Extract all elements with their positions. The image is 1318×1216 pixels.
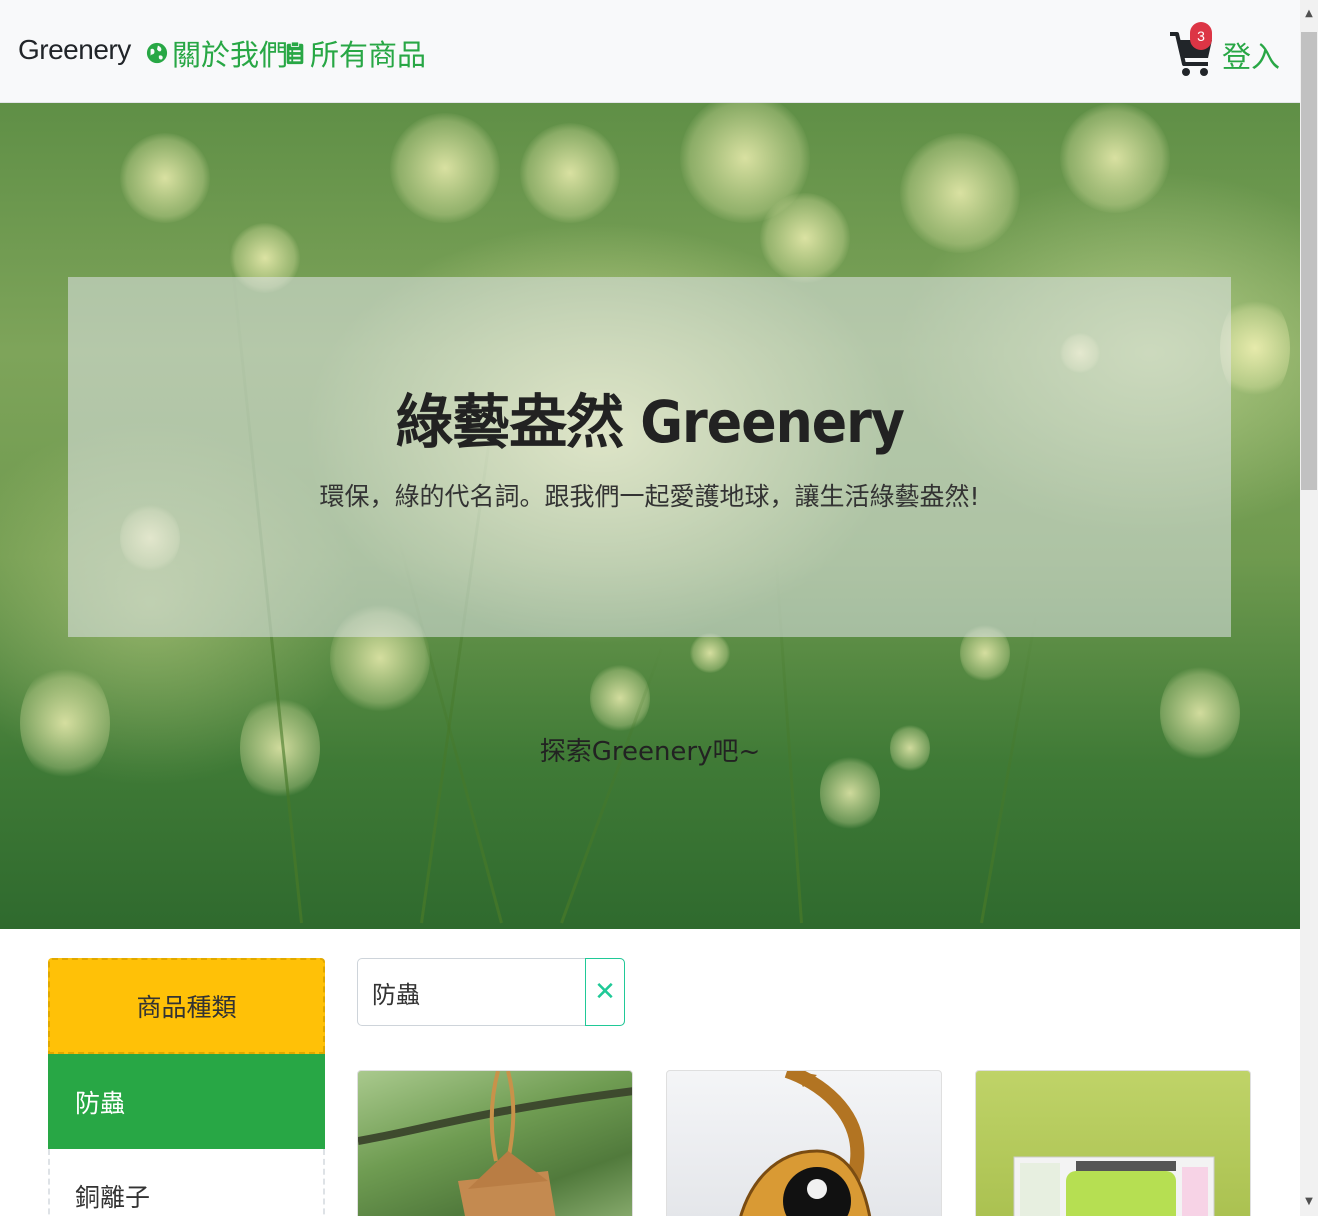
scroll-thumb[interactable]	[1301, 32, 1317, 490]
nav-about-label: 關於我們	[172, 38, 289, 72]
search-box: ✕	[357, 958, 625, 1026]
category-item-pest[interactable]: 防蟲	[48, 1054, 325, 1149]
cart-count-badge: 3	[1190, 22, 1212, 50]
bokeh-decoration	[900, 133, 1020, 253]
explore-link[interactable]: 探索Greenery吧~	[0, 731, 1300, 768]
close-icon: ✕	[594, 977, 616, 1007]
clear-search-button[interactable]: ✕	[585, 958, 625, 1026]
category-sidebar: 商品種類 防蟲 銅離子	[48, 958, 325, 1216]
brand-logo[interactable]: Greenery	[18, 34, 131, 66]
bokeh-decoration	[760, 193, 850, 283]
product-image	[739, 1071, 872, 1216]
globe-icon	[146, 42, 168, 64]
product-card[interactable]	[357, 1070, 633, 1216]
bokeh-decoration	[690, 633, 730, 673]
bokeh-decoration	[120, 133, 210, 223]
product-card[interactable]	[666, 1070, 942, 1216]
nav-about-link[interactable]: 關於我們	[146, 34, 288, 72]
product-image	[1013, 1156, 1215, 1216]
hero-panel: 綠藝盎然 Greenery 環保，綠的代名詞。跟我們一起愛護地球，讓生活綠藝盎然…	[68, 277, 1231, 637]
product-image	[358, 1071, 632, 1216]
login-link[interactable]: 登入	[1222, 34, 1280, 76]
scroll-up-arrow-icon[interactable]: ▲	[1300, 6, 1318, 20]
hero-title: 綠藝盎然 Greenery	[395, 388, 905, 456]
nav-products-label: 所有商品	[310, 38, 427, 72]
bokeh-decoration	[390, 113, 500, 223]
category-header: 商品種類	[48, 958, 325, 1054]
hero-subtitle: 環保，綠的代名詞。跟我們一起愛護地球，讓生活綠藝盎然!	[319, 482, 980, 511]
bokeh-decoration	[1060, 103, 1170, 213]
product-card[interactable]	[975, 1070, 1251, 1216]
category-item-copper[interactable]: 銅離子	[48, 1149, 325, 1216]
bokeh-decoration	[520, 123, 620, 223]
clipboard-list-icon	[286, 41, 304, 65]
search-input[interactable]	[358, 959, 585, 1025]
hero-banner: 綠藝盎然 Greenery 環保，綠的代名詞。跟我們一起愛護地球，讓生活綠藝盎然…	[0, 103, 1300, 929]
page-scrollbar[interactable]: ▲ ▼	[1300, 0, 1318, 1216]
navbar: Greenery 關於我們 所有商品 3 登入	[0, 0, 1300, 103]
nav-products-link[interactable]: 所有商品	[284, 34, 426, 72]
scroll-down-arrow-icon[interactable]: ▼	[1300, 1194, 1318, 1208]
